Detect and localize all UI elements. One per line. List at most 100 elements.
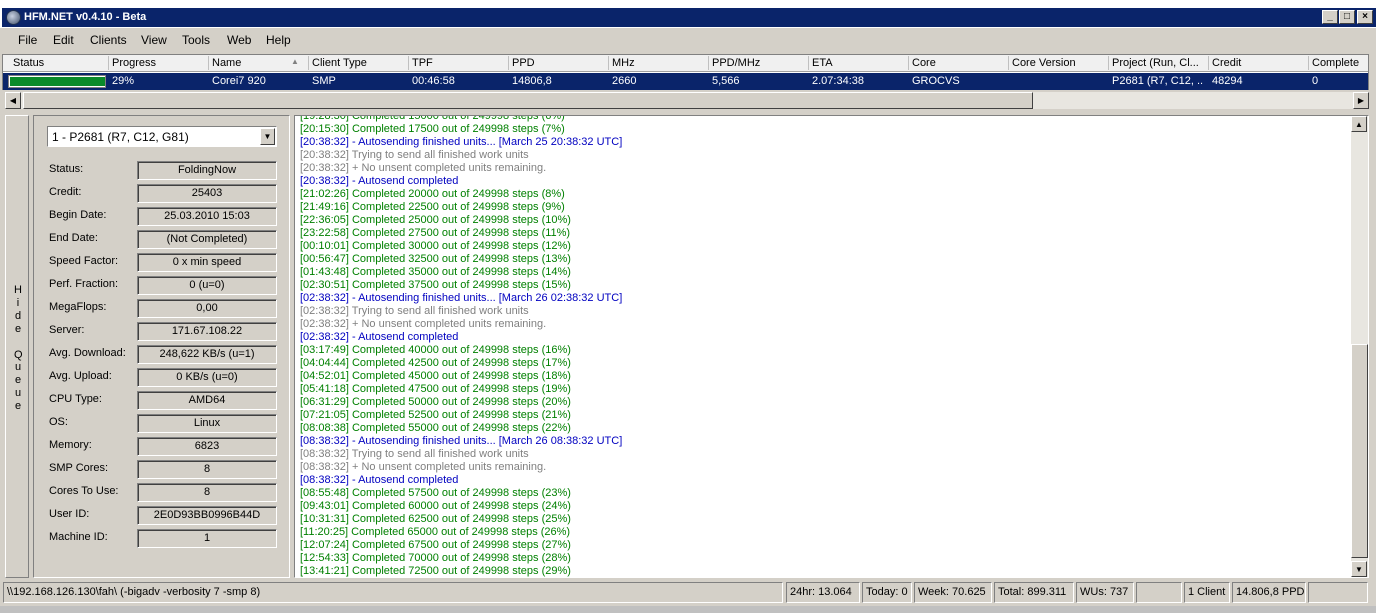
status-clients: 1 Client	[1184, 582, 1230, 603]
log-scrollbar-thumb[interactable]	[1351, 344, 1368, 558]
hide-queue-button[interactable]: H i d e Q u e u e	[5, 115, 29, 578]
field-value: 8	[137, 460, 277, 479]
field-label: Avg. Upload:	[49, 370, 112, 382]
menu-edit[interactable]: Edit	[53, 33, 74, 47]
title-bar: HFM.NET v0.4.10 - Beta _ □ ×	[0, 0, 1376, 28]
field-value: 248,622 KB/s (u=1)	[137, 345, 277, 364]
client-grid: Status Progress Name ▲ Client Type TPF P…	[2, 54, 1369, 90]
cell-eta: 2.07:34:38	[812, 75, 864, 87]
log-line: [19:28:30] Completed 15000 out of 249998…	[300, 115, 565, 122]
field-value: (Not Completed)	[137, 230, 277, 249]
log-line: [00:56:47] Completed 32500 out of 249998…	[300, 253, 571, 265]
field-label: OS:	[49, 416, 68, 428]
field-label: Speed Factor:	[49, 255, 119, 267]
log-line: [20:38:32] - Autosend completed	[300, 175, 459, 187]
log-vertical-scrollbar[interactable]: ▲ ▼	[1351, 116, 1368, 577]
col-core[interactable]: Core	[912, 57, 936, 69]
field-label: MegaFlops:	[49, 301, 107, 313]
log-line: [11:20:25] Completed 65000 out of 249998…	[300, 526, 571, 538]
field-label: Begin Date:	[49, 209, 107, 221]
field-value: Linux	[137, 414, 277, 433]
scrollbar-thumb[interactable]	[23, 92, 1033, 109]
col-ppd-mhz[interactable]: PPD/MHz	[712, 57, 760, 69]
field-label: Avg. Download:	[49, 347, 126, 359]
log-line: [00:10:01] Completed 30000 out of 249998…	[300, 240, 571, 252]
scroll-left-arrow-icon[interactable]: ◀	[5, 92, 21, 109]
queue-selector[interactable]: 1 - P2681 (R7, C12, G81) ▼	[47, 126, 277, 147]
cell-progress: 29%	[112, 75, 135, 87]
cell-ppd: 14806,8	[512, 75, 552, 87]
maximize-button[interactable]: □	[1339, 10, 1355, 24]
col-credit[interactable]: Credit	[1212, 57, 1241, 69]
col-progress[interactable]: Progress	[112, 57, 156, 69]
log-line: [08:38:32] Trying to send all finished w…	[300, 448, 529, 460]
status-total: Total: 899.311	[994, 582, 1074, 603]
col-project[interactable]: Project (Run, Cl...	[1112, 57, 1199, 69]
log-line: [12:07:24] Completed 67500 out of 249998…	[300, 539, 571, 551]
taskbar-edge	[0, 606, 1376, 613]
cell-project: P2681 (R7, C12, ...	[1112, 75, 1204, 87]
log-line: [13:41:21] Completed 72500 out of 249998…	[300, 565, 571, 577]
field-label: Server:	[49, 324, 85, 336]
col-core-version[interactable]: Core Version	[1012, 57, 1076, 69]
col-name[interactable]: Name	[212, 57, 241, 69]
minimize-button[interactable]: _	[1322, 10, 1338, 24]
status-week: Week: 70.625	[914, 582, 992, 603]
work-unit-info-panel: 1 - P2681 (R7, C12, G81) ▼ Status: Foldin…	[33, 115, 290, 578]
queue-selected-value: 1 - P2681 (R7, C12, G81)	[52, 130, 189, 144]
menu-web[interactable]: Web	[227, 33, 251, 47]
cell-complete: 0	[1312, 75, 1319, 87]
col-complete[interactable]: Complete	[1312, 57, 1359, 69]
menu-view[interactable]: View	[141, 33, 167, 47]
col-eta[interactable]: ETA	[812, 57, 833, 69]
field-value: 0,00	[137, 299, 277, 318]
scroll-up-arrow-icon[interactable]: ▲	[1351, 116, 1367, 132]
field-value: 25403	[137, 184, 277, 203]
title-bar-strip[interactable]: HFM.NET v0.4.10 - Beta _ □ ×	[2, 8, 1376, 27]
menu-file[interactable]: File	[18, 33, 37, 47]
log-line: [08:38:32] - Autosending finished units.…	[300, 435, 623, 447]
status-grip	[1308, 582, 1368, 603]
col-status[interactable]: Status	[13, 57, 44, 69]
log-line: [21:02:26] Completed 20000 out of 249998…	[300, 188, 565, 200]
col-ppd[interactable]: PPD	[512, 57, 535, 69]
cell-core: GROCVS	[912, 75, 960, 87]
status-today: Today: 0	[862, 582, 912, 603]
log-line: [02:38:32] Trying to send all finished w…	[300, 305, 529, 317]
menu-clients[interactable]: Clients	[90, 33, 127, 47]
chevron-down-icon[interactable]: ▼	[260, 128, 275, 145]
window-title: HFM.NET v0.4.10 - Beta	[24, 11, 147, 23]
scroll-right-arrow-icon[interactable]: ▶	[1353, 92, 1369, 109]
menu-tools[interactable]: Tools	[182, 33, 210, 47]
close-button[interactable]: ×	[1357, 10, 1373, 24]
field-label: Cores To Use:	[49, 485, 119, 497]
menu-help[interactable]: Help	[266, 33, 291, 47]
log-line: [12:54:33] Completed 70000 out of 249998…	[300, 552, 571, 564]
field-value: 171.67.108.22	[137, 322, 277, 341]
status-24hr: 24hr: 13.064	[786, 582, 860, 603]
log-line: [02:38:32] - Autosend completed	[300, 331, 459, 343]
table-row[interactable]: 29% Corei7 920 SMP 00:46:58 14806,8 2660…	[3, 73, 1368, 90]
log-line: [08:38:32] - Autosend completed	[300, 474, 459, 486]
field-value: 0 x min speed	[137, 253, 277, 272]
status-bar: \\192.168.126.130\fah\ (-bigadv -verbosi…	[0, 582, 1376, 604]
field-label: Credit:	[49, 186, 82, 198]
field-value: 25.03.2010 15:03	[137, 207, 277, 226]
col-mhz[interactable]: MHz	[612, 57, 635, 69]
field-value: AMD64	[137, 391, 277, 410]
grid-header: Status Progress Name ▲ Client Type TPF P…	[3, 55, 1368, 72]
grid-horizontal-scrollbar[interactable]: ◀ ▶	[5, 92, 1369, 109]
field-value: 0 (u=0)	[137, 276, 277, 295]
log-lines: [19:28:30] Completed 15000 out of 249998…	[300, 115, 623, 577]
log-line: [03:17:49] Completed 40000 out of 249998…	[300, 344, 571, 356]
col-tpf[interactable]: TPF	[412, 57, 433, 69]
log-viewer[interactable]: [19:28:30] Completed 15000 out of 249998…	[294, 115, 1369, 578]
app-icon[interactable]	[6, 10, 21, 25]
col-client-type[interactable]: Client Type	[312, 57, 367, 69]
cell-mhz: 2660	[612, 75, 637, 87]
field-value: FoldingNow	[137, 161, 277, 180]
cell-tpf: 00:46:58	[412, 75, 455, 87]
status-client-path: \\192.168.126.130\fah\ (-bigadv -verbosi…	[3, 582, 783, 603]
scroll-down-arrow-icon[interactable]: ▼	[1351, 561, 1367, 577]
progress-fill	[10, 77, 105, 86]
